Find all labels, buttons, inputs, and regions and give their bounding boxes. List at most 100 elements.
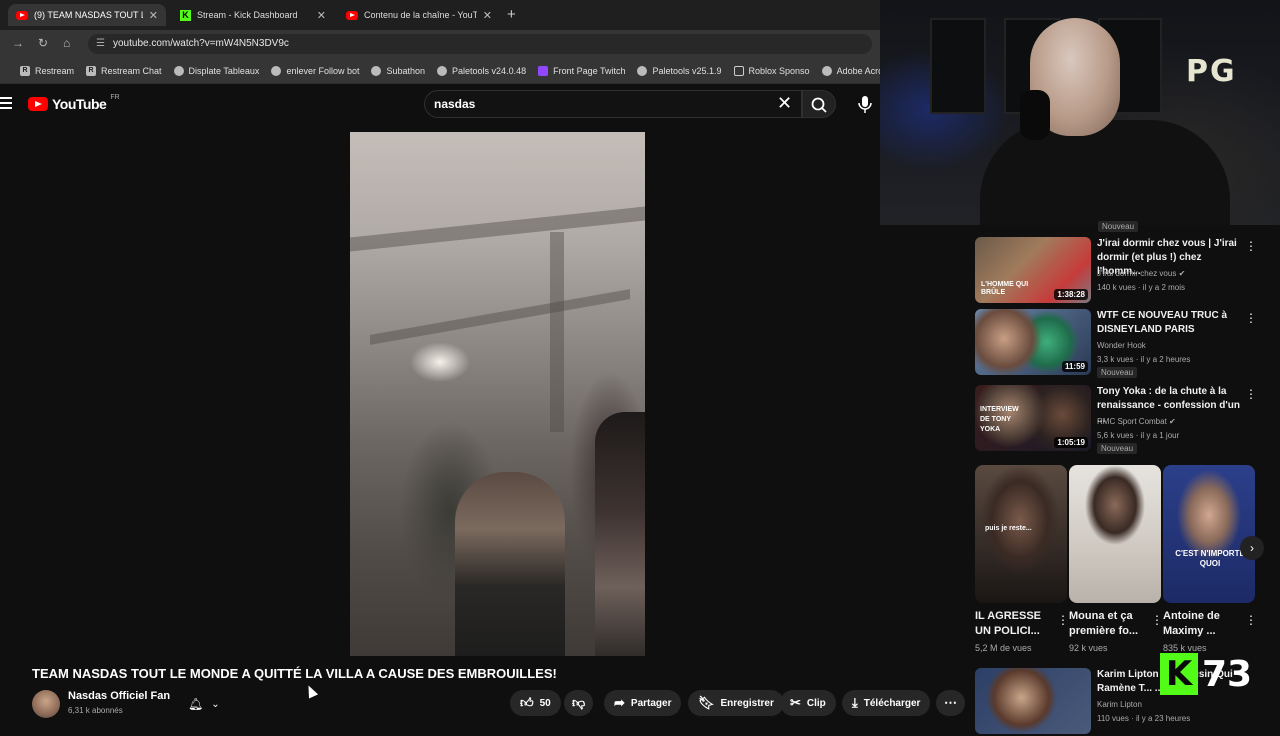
video-player[interactable] [350, 132, 645, 656]
close-icon[interactable]: ✕ [149, 9, 158, 22]
short-thumbnail[interactable]: C'EST N'IMPORTE QUOI [1163, 465, 1255, 603]
kick-logo-icon: K [1160, 653, 1198, 695]
browser-tab-bar: (9) TEAM NASDAS TOUT LE MO ✕ K Stream - … [0, 0, 880, 30]
bookmark-displate[interactable]: Displate Tableaux [168, 65, 266, 76]
search-button[interactable] [802, 90, 836, 118]
clear-search-icon[interactable]: ✕ [777, 93, 792, 114]
related-video-meta: 110 vues · il y a 23 heures [1097, 714, 1191, 723]
home-icon[interactable]: ⌂ [63, 36, 70, 50]
bookmark-roblox-folder[interactable]: Roblox Sponso [728, 65, 816, 76]
clip-button[interactable]: ✂ Clip [780, 690, 836, 716]
microphone-icon [858, 96, 872, 113]
tab-youtube-studio[interactable]: Contenu de la chaîne - YouTub ✕ [338, 4, 500, 26]
globe-icon [821, 65, 832, 76]
bookmark-paletools-24[interactable]: Paletools v24.0.48 [431, 65, 532, 76]
voice-search-button[interactable] [850, 90, 880, 118]
channel-name[interactable]: Nasdas Officiel Fan [68, 690, 170, 702]
like-button[interactable]: 👍︎ 50 [510, 690, 561, 716]
video-thumbnail[interactable]: L'HOMME QUI BRÛLE 1:38:28 [975, 237, 1091, 303]
more-horizontal-icon: ⋯ [944, 695, 957, 710]
tab-title: Stream - Kick Dashboard [197, 10, 298, 20]
short-item[interactable]: C'EST N'IMPORTE QUOI Antoine de Maximy .… [1163, 465, 1257, 653]
more-vertical-icon[interactable]: ⋮ [1245, 239, 1257, 253]
notification-bell-button[interactable]: 🔔︎ ⌄ [182, 692, 230, 716]
save-button[interactable]: 🔖︎ Enregistrer [688, 690, 784, 716]
share-icon: ➦ [614, 695, 625, 710]
forward-arrow-icon[interactable]: → [12, 36, 24, 50]
bookmark-subathon[interactable]: Subathon [365, 65, 431, 76]
mouse-cursor [303, 683, 319, 699]
bookmark-restream-chat[interactable]: R Restream Chat [80, 65, 168, 76]
related-video[interactable]: L'HOMME QUI BRÛLE 1:38:28 J'irai dormir … [975, 237, 1275, 305]
tab-title: Contenu de la chaîne - YouTub [364, 10, 477, 20]
bookmark-icon: 🔖︎ [698, 695, 715, 710]
ceiling-beam [370, 289, 630, 345]
chevron-right-icon[interactable]: › [1240, 536, 1264, 560]
more-vertical-icon[interactable]: ⋮ [1245, 387, 1257, 401]
video-thumbnail[interactable] [975, 668, 1091, 734]
short-thumbnail[interactable]: puis je reste... [975, 465, 1067, 603]
webcam-overlay [880, 0, 1280, 225]
more-vertical-icon[interactable]: ⋮ [1245, 311, 1257, 325]
wall-art [930, 18, 986, 114]
bookmark-follow-bot[interactable]: enlever Follow bot [265, 65, 365, 76]
short-thumbnail[interactable] [1069, 465, 1161, 603]
video-duration: 11:59 [1061, 361, 1088, 372]
short-views: 5,2 M de vues [975, 643, 1032, 653]
video-thumbnail[interactable]: INTERVIEW DE TONY YOKA 1:05:19 [975, 385, 1091, 451]
video-person [595, 412, 645, 656]
related-video[interactable]: 11:59 WTF CE NOUVEAU TRUC à DISNEYLAND P… [975, 309, 1275, 378]
tab-kick-dashboard[interactable]: K Stream - Kick Dashboard ✕ [172, 4, 334, 26]
close-icon[interactable]: ✕ [483, 9, 492, 22]
thumbs-down-icon: 👎︎ [572, 695, 586, 710]
restream-icon: R [86, 65, 97, 76]
folder-icon [733, 65, 744, 76]
close-icon[interactable]: ✕ [317, 9, 326, 22]
bookmark-restream[interactable]: R Restream [14, 65, 80, 76]
browser-nav-bar: → ↻ ⌂ ☰ youtube.com/watch?v=mW4N5N3DV9c [0, 30, 880, 58]
share-button[interactable]: ➦ Partager [604, 690, 682, 716]
thumbnail-text: INTERVIEW DE TONY YOKA [980, 406, 1019, 433]
related-video-channel: RMC Sport Combat ✔ [1097, 417, 1176, 426]
video-title: TEAM NASDAS TOUT LE MONDE A QUITTÉ LA VI… [32, 666, 557, 681]
hamburger-menu-icon[interactable] [0, 97, 12, 112]
site-settings-icon[interactable]: ☰ [96, 34, 105, 54]
video-thumbnail[interactable]: 11:59 [975, 309, 1091, 375]
headset [1020, 90, 1050, 140]
related-video[interactable]: INTERVIEW DE TONY YOKA 1:05:19 Tony Yoka… [975, 385, 1275, 454]
short-item[interactable]: puis je reste... IL AGRESSE UN POLICI...… [975, 465, 1069, 653]
globe-icon [437, 65, 448, 76]
address-bar[interactable]: ☰ youtube.com/watch?v=mW4N5N3DV9c [88, 34, 872, 54]
search-icon [811, 97, 827, 113]
search-input[interactable]: nasdas [424, 90, 802, 118]
video-person [455, 472, 565, 656]
youtube-logo[interactable]: YouTube FR [28, 94, 120, 112]
verified-icon: ✔ [1178, 269, 1186, 278]
more-actions-button[interactable]: ⋯ [936, 690, 965, 716]
youtube-icon [16, 10, 28, 20]
ceiling-beam [350, 206, 645, 252]
thumbnail-text: L'HOMME QUI BRÛLE [981, 281, 1029, 296]
more-vertical-icon[interactable]: ⋮ [1057, 613, 1069, 627]
bookmark-paletools-25[interactable]: Paletools v25.1.9 [631, 65, 727, 76]
reload-icon[interactable]: ↻ [38, 36, 48, 50]
more-vertical-icon[interactable]: ⋮ [1245, 613, 1257, 627]
new-tab-button[interactable]: + [507, 6, 516, 23]
tab-youtube-video[interactable]: (9) TEAM NASDAS TOUT LE MO ✕ [8, 4, 166, 26]
subscriber-count: 6,31 k abonnés [68, 706, 123, 715]
download-button[interactable]: ⤓ Télécharger [842, 690, 931, 716]
streamer-body [980, 120, 1230, 225]
more-vertical-icon[interactable]: ⋮ [1151, 613, 1163, 627]
channel-avatar[interactable] [32, 690, 60, 718]
globe-icon [637, 65, 648, 76]
bell-icon: 🔔︎ [188, 697, 204, 711]
new-badge: Nouveau [1097, 367, 1138, 378]
short-item[interactable]: Mouna et ça première fo... 92 k vues ⋮ [1069, 465, 1163, 653]
ceiling-beam [550, 232, 564, 432]
bookmark-twitch[interactable]: Front Page Twitch [532, 65, 631, 76]
url-text: youtube.com/watch?v=mW4N5N3DV9c [113, 38, 289, 49]
twitch-icon [538, 65, 549, 76]
short-views: 835 k vues [1163, 643, 1207, 653]
pg-logo: PG [1186, 54, 1237, 89]
dislike-button[interactable]: 👎︎ [564, 690, 594, 716]
